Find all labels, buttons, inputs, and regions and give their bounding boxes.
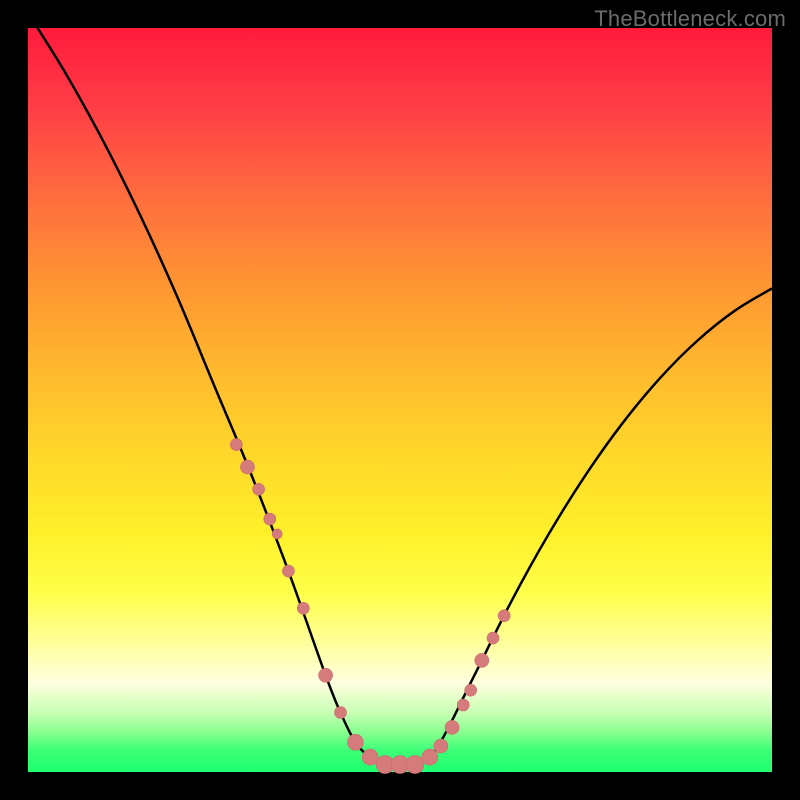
curve-marker — [487, 632, 499, 644]
curve-marker — [457, 699, 469, 711]
curve-marker — [422, 749, 438, 765]
chart-frame: TheBottleneck.com — [0, 0, 800, 800]
curve-marker — [319, 668, 333, 682]
curve-marker — [297, 602, 309, 614]
curve-marker — [230, 439, 242, 451]
curve-marker — [347, 734, 363, 750]
plot-area — [28, 28, 772, 772]
curve-marker — [362, 749, 378, 765]
curve-markers — [230, 439, 510, 774]
curve-marker — [434, 739, 448, 753]
bottleneck-curve-svg — [28, 28, 772, 772]
curve-marker — [253, 483, 265, 495]
curve-marker — [282, 565, 294, 577]
curve-marker — [406, 756, 424, 774]
curve-marker — [465, 684, 477, 696]
bottleneck-curve — [28, 13, 772, 765]
watermark-text: TheBottleneck.com — [594, 6, 786, 32]
curve-marker — [264, 513, 276, 525]
curve-marker — [335, 707, 347, 719]
curve-marker — [498, 610, 510, 622]
curve-marker — [445, 720, 459, 734]
curve-marker — [241, 460, 255, 474]
curve-marker — [272, 529, 282, 539]
curve-marker — [475, 653, 489, 667]
